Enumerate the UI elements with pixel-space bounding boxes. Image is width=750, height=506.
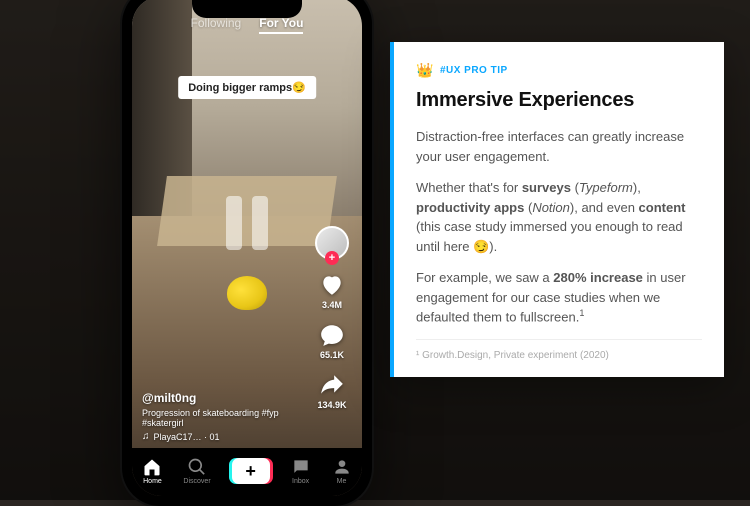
tip-kicker: 👑 #UX PRO TIP bbox=[416, 60, 702, 81]
profile-icon bbox=[332, 457, 352, 477]
ux-tip-card: 👑 #UX PRO TIP Immersive Experiences Dist… bbox=[390, 42, 724, 377]
search-icon bbox=[187, 457, 207, 477]
action-rail: 3.4M 65.1K 134.9K bbox=[310, 226, 354, 410]
crown-icon: 👑 bbox=[416, 60, 434, 81]
tab-me-label: Me bbox=[337, 478, 347, 485]
tip-title: Immersive Experiences bbox=[416, 85, 702, 115]
tab-discover[interactable]: Discover bbox=[183, 457, 210, 485]
tip-paragraph-3: For example, we saw a 280% increase in u… bbox=[416, 268, 702, 327]
share-count: 134.9K bbox=[317, 400, 346, 410]
comment-button[interactable]: 65.1K bbox=[319, 322, 345, 360]
video-caption-chip: Doing bigger ramps😏 bbox=[178, 76, 316, 99]
author-avatar[interactable] bbox=[315, 226, 349, 260]
tab-inbox[interactable]: Inbox bbox=[291, 457, 311, 485]
author-username[interactable]: @milt0ng bbox=[142, 391, 302, 405]
home-icon bbox=[142, 457, 162, 477]
share-icon bbox=[319, 372, 345, 398]
tip-paragraph-2: Whether that's for surveys (Typeform), p… bbox=[416, 178, 702, 256]
inbox-icon bbox=[291, 457, 311, 477]
tab-home[interactable]: Home bbox=[142, 457, 162, 485]
phone-frame: Following For You Doing bigger ramps😏 3.… bbox=[122, 0, 372, 506]
like-button[interactable]: 3.4M bbox=[319, 272, 345, 310]
tip-kicker-text: #UX PRO TIP bbox=[440, 63, 508, 78]
phone-screen: Following For You Doing bigger ramps😏 3.… bbox=[132, 0, 362, 496]
like-count: 3.4M bbox=[322, 300, 342, 310]
phone-notch bbox=[192, 0, 302, 18]
tab-inbox-label: Inbox bbox=[292, 478, 309, 485]
bottom-tabbar: Home Discover Inbox Me bbox=[132, 448, 362, 496]
comment-icon bbox=[319, 322, 345, 348]
video-meta: @milt0ng Progression of skateboarding #f… bbox=[142, 391, 302, 442]
tab-discover-label: Discover bbox=[183, 478, 210, 485]
share-button[interactable]: 134.9K bbox=[317, 372, 346, 410]
feed-tabs: Following For You bbox=[132, 16, 362, 34]
create-button[interactable] bbox=[232, 458, 270, 484]
tab-home-label: Home bbox=[143, 478, 162, 485]
tab-following[interactable]: Following bbox=[191, 16, 242, 34]
tip-paragraph-1: Distraction-free interfaces can greatly … bbox=[416, 127, 702, 166]
sound-marquee[interactable]: PlayaC17… · 01 bbox=[142, 431, 302, 442]
comment-count: 65.1K bbox=[320, 350, 344, 360]
video-description: Progression of skateboarding #fyp #skate… bbox=[142, 408, 302, 428]
tab-for-you[interactable]: For You bbox=[259, 16, 303, 34]
video-bird bbox=[227, 276, 267, 310]
tip-reference: ¹ Growth.Design, Private experiment (202… bbox=[416, 339, 702, 363]
tab-me[interactable]: Me bbox=[332, 457, 352, 485]
heart-icon bbox=[319, 272, 345, 298]
pause-icon[interactable] bbox=[226, 196, 268, 250]
